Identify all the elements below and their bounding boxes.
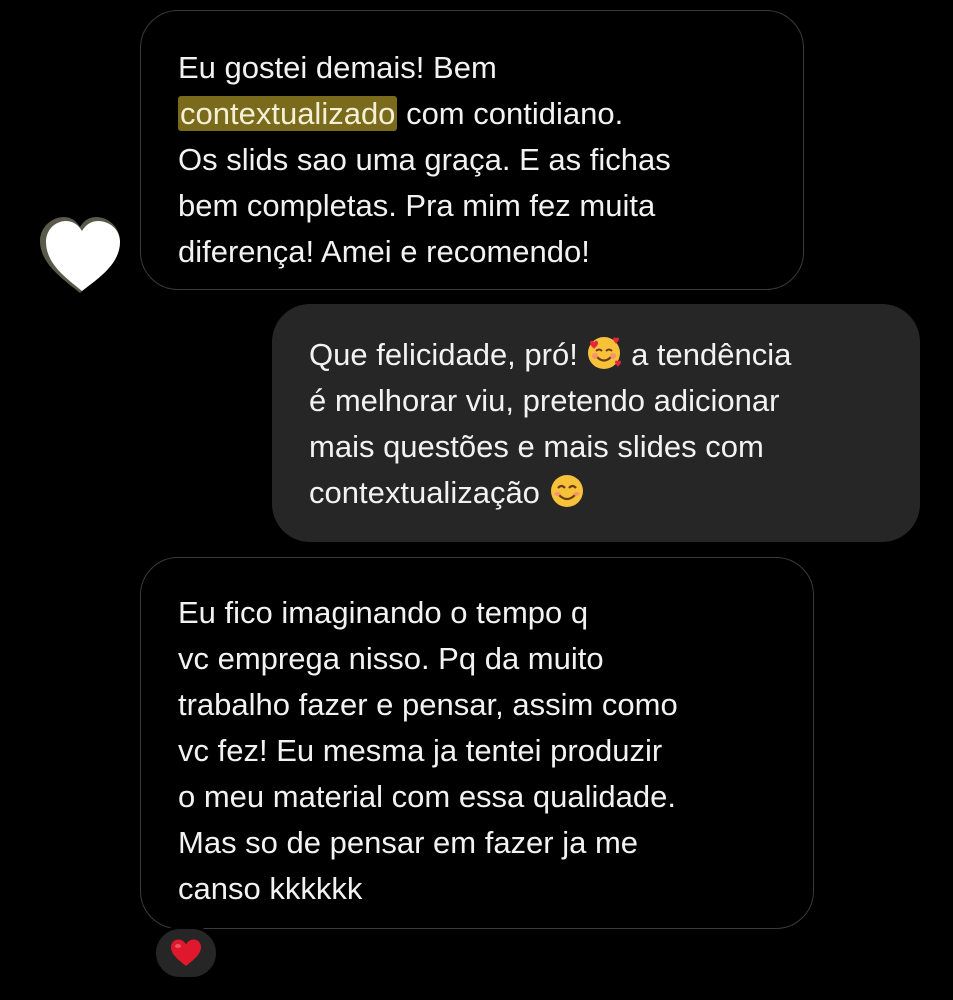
- highlighted-word: contextualizado: [178, 96, 398, 131]
- message-text-fragment: com contidiano.: [406, 96, 624, 131]
- message-text-line: Eu gostei demais! Bem: [178, 50, 497, 85]
- red-heart-icon: [171, 939, 201, 966]
- message-text-line: bem completas. Pra mim fez muita: [178, 188, 656, 223]
- received-message-bubble[interactable]: Eu fico imaginando o tempo q vc emprega …: [140, 557, 814, 929]
- message-text-line: vc emprega nisso. Pq da muito: [178, 641, 604, 676]
- message-text-line: vc fez! Eu mesma ja tentei produzir: [178, 733, 663, 768]
- message-text-line: Mas so de pensar em fazer ja me: [178, 825, 639, 860]
- message-text-fragment: a tendência: [631, 337, 792, 372]
- message-text-line: Os slids sao uma graça. E as fichas: [178, 142, 671, 177]
- message-text-line: é melhorar viu, pretendo adicionar: [309, 383, 780, 418]
- message-text-line: canso kkkkkk: [178, 871, 363, 906]
- smiling-face-with-hearts-icon: [588, 337, 622, 369]
- message-text-line: Eu fico imaginando o tempo q: [178, 595, 589, 630]
- message-text-line: trabalho fazer e pensar, assim como: [178, 687, 678, 722]
- message-text-fragment: contextualização: [309, 475, 540, 510]
- message-text-line: diferença! Amei e recomendo!: [178, 234, 590, 269]
- smiling-face-with-smiling-eyes-icon: [550, 475, 583, 507]
- received-message-bubble[interactable]: Eu gostei demais! Bem contextualizado co…: [140, 10, 804, 290]
- message-text-line: contextualizado com contidiano.: [178, 91, 767, 137]
- message-reaction[interactable]: [153, 926, 219, 980]
- sent-message-bubble[interactable]: Que felicidade, pró! a tendência é melho…: [272, 304, 920, 542]
- message-text-fragment: Que felicidade, pró!: [309, 337, 578, 372]
- avatar-heart-icon: [40, 217, 120, 293]
- sender-avatar[interactable]: [36, 213, 124, 297]
- message-text-line: mais questões e mais slides com: [309, 429, 764, 464]
- message-text-line: o meu material com essa qualidade.: [178, 779, 676, 814]
- message-text-line: contextualização: [309, 470, 890, 516]
- message-text-line: Que felicidade, pró! a tendência: [309, 332, 890, 378]
